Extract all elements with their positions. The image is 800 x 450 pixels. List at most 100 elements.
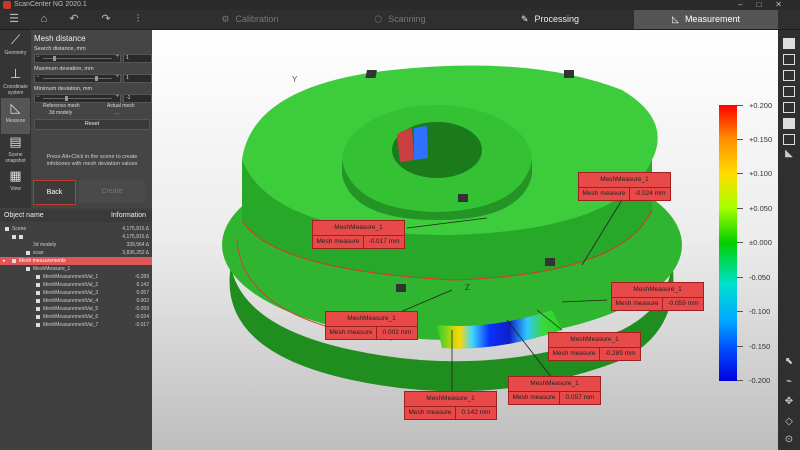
checkbox[interactable] — [26, 267, 30, 271]
checkbox[interactable] — [12, 235, 16, 239]
min-deviation-slider[interactable]: − + — [34, 94, 121, 103]
tree-row[interactable]: MeshMeasurementVal_2 0.142 — [0, 281, 152, 289]
checkbox[interactable] — [36, 299, 40, 303]
z-axis-label: Z — [465, 283, 470, 292]
tree-row[interactable]: MeshMeasurementVal_7 -0.017 — [0, 321, 152, 329]
max-deviation-input[interactable]: 1 — [123, 74, 152, 83]
checkbox[interactable] — [36, 283, 40, 287]
reference-mesh-value[interactable]: 3d modely — [49, 110, 72, 116]
maximize-icon[interactable]: □ — [756, 0, 775, 9]
search-distance-input[interactable]: 1 — [123, 54, 152, 63]
min-deviation-label: Minimum deviation, mm — [34, 86, 93, 92]
slider-thumb[interactable] — [53, 56, 56, 61]
scale-label: -0.050 — [749, 273, 771, 282]
measurement-annotation[interactable]: MeshMeasure_1 Mesh measure 0.002 mm — [325, 311, 418, 340]
view-bottom-icon[interactable] — [783, 118, 795, 129]
tool-measure[interactable]: ◺ Measure — [1, 98, 30, 134]
menu-icon[interactable]: ☰ — [4, 12, 24, 27]
select-tool-icon[interactable]: ⬉ — [782, 356, 796, 367]
measurement-annotation[interactable]: MeshMeasure_1 Mesh measure -0.024 mm — [578, 172, 671, 201]
slider-thumb[interactable] — [65, 96, 68, 101]
plus-icon[interactable]: + — [115, 74, 119, 80]
view-iso-icon[interactable] — [783, 134, 795, 145]
tree-row[interactable]: MeshMeasure_1 — [0, 265, 152, 273]
scanned-part-model[interactable]: Y Z — [152, 30, 778, 450]
rotate-tool-icon[interactable]: ◇ — [782, 416, 796, 427]
tree-row[interactable]: MeshMeasurementVal_4 0.002 — [0, 297, 152, 305]
checkbox[interactable] — [19, 235, 23, 239]
checkbox[interactable] — [12, 259, 16, 263]
tree-row[interactable]: scan 3,836,252 Δ — [0, 249, 152, 257]
minus-icon[interactable]: − — [36, 74, 40, 80]
view-back-icon[interactable] — [783, 54, 795, 65]
object-name-header: Object name — [4, 212, 44, 219]
measurement-annotation[interactable]: MeshMeasure_1 Mesh measure -0.289 mm — [548, 332, 641, 361]
minimize-icon[interactable]: – — [738, 0, 756, 9]
scale-label: -0.200 — [749, 376, 771, 385]
view-left-icon[interactable] — [783, 70, 795, 81]
checkbox[interactable] — [36, 307, 40, 311]
checkbox[interactable] — [36, 275, 40, 279]
tool-view[interactable]: ▦ View — [1, 166, 30, 202]
max-deviation-slider[interactable]: − + — [34, 74, 121, 83]
zoom-tool-icon[interactable]: ⊙ — [782, 434, 796, 445]
tool-scene-snapshot[interactable]: ▤ Scene snapshot — [1, 132, 30, 168]
lasso-tool-icon[interactable]: ⌁ — [782, 376, 796, 387]
view-toolbar: ◣ ⬉ ⌁ ✥ ◇ ⊙ — [778, 30, 800, 450]
plus-icon[interactable]: + — [115, 94, 119, 100]
usb-icon[interactable]: ⫶ — [128, 12, 148, 27]
tree-row[interactable]: MeshMeasurementVal_1 -0.289 — [0, 273, 152, 281]
tree-row[interactable]: MeshMeasurementVal_3 0.057 — [0, 289, 152, 297]
tab-processing[interactable]: ✎ Processing — [480, 10, 620, 29]
checkbox[interactable] — [5, 227, 9, 231]
reference-mesh-header: Reference mesh — [43, 103, 80, 109]
minus-icon[interactable]: − — [36, 54, 40, 60]
tree-row[interactable]: MeshMeasurementVal_6 -0.024 — [0, 313, 152, 321]
bolt-hole — [458, 194, 468, 202]
redo-icon[interactable]: ↷ — [96, 12, 116, 27]
render-mode-icon[interactable]: ◣ — [782, 148, 796, 159]
measurement-annotation[interactable]: MeshMeasure_1 Mesh measure -0.017 mm — [312, 220, 405, 249]
create-button[interactable]: Create — [79, 180, 145, 203]
left-panel: ⟋ Geometry ⊥ Coordinate system ◺ Measure ▤ S… — [0, 30, 152, 450]
measurement-annotation[interactable]: MeshMeasure_1 Mesh measure 0.057 mm — [508, 376, 601, 405]
expand-icon[interactable]: ▸ — [3, 257, 6, 265]
tree-row[interactable]: 4,175,816 Δ — [0, 233, 152, 241]
slider-thumb[interactable] — [95, 76, 98, 81]
snapshot-icon: ▤ — [9, 134, 22, 149]
checkbox[interactable] — [36, 323, 40, 327]
home-icon[interactable]: ⌂ — [34, 12, 54, 27]
tab-scanning[interactable]: ⬡ Scanning — [330, 10, 470, 29]
hint-text: Press Alt+Click in the scene to create i… — [46, 154, 138, 167]
checkbox[interactable] — [36, 315, 40, 319]
tree-row[interactable]: 3d modely 339,564 Δ — [0, 241, 152, 249]
undo-icon[interactable]: ↶ — [64, 12, 84, 27]
search-distance-slider[interactable]: − + — [34, 54, 121, 63]
minus-icon[interactable]: − — [36, 94, 40, 100]
tool-geometry[interactable]: ⟋ Geometry — [1, 30, 30, 66]
close-icon[interactable]: ✕ — [775, 0, 796, 9]
min-deviation-input[interactable]: -1 — [123, 94, 152, 103]
tree-row[interactable]: MeshMeasurementVal_5 -0.059 — [0, 305, 152, 313]
tree-row[interactable]: Scene 4,175,816 Δ — [0, 225, 152, 233]
move-tool-icon[interactable]: ✥ — [782, 396, 796, 407]
tab-calibration[interactable]: ⚙ Calibration — [180, 10, 320, 29]
scale-label: -0.150 — [749, 342, 771, 351]
tree-row-selected[interactable]: ▸ Mesh measurements — [0, 257, 152, 265]
actual-mesh-value[interactable]: ... — [115, 110, 119, 116]
reset-button[interactable]: Reset — [34, 119, 150, 130]
geometry-icon: ⟋ — [10, 32, 21, 47]
view-right-icon[interactable] — [783, 86, 795, 97]
checkbox[interactable] — [36, 291, 40, 295]
3d-viewport[interactable]: Y Z MeshMeasure_1 Mesh measure -0.024 mm M… — [152, 30, 778, 450]
checkbox[interactable] — [26, 251, 30, 255]
tool-coordinate-system[interactable]: ⊥ Coordinate system — [1, 64, 30, 100]
measurement-annotation[interactable]: MeshMeasure_1 Mesh measure 0.142 mm — [404, 391, 497, 420]
back-button[interactable]: Back — [33, 180, 76, 205]
plus-icon[interactable]: + — [115, 54, 119, 60]
measurement-annotation[interactable]: MeshMeasure_1 Mesh measure -0.059 mm — [611, 282, 704, 311]
actual-mesh-header: Actual mesh — [107, 103, 135, 109]
tab-measurement[interactable]: ◺ Measurement — [634, 10, 778, 29]
view-top-icon[interactable] — [783, 102, 795, 113]
view-front-icon[interactable] — [783, 38, 795, 49]
